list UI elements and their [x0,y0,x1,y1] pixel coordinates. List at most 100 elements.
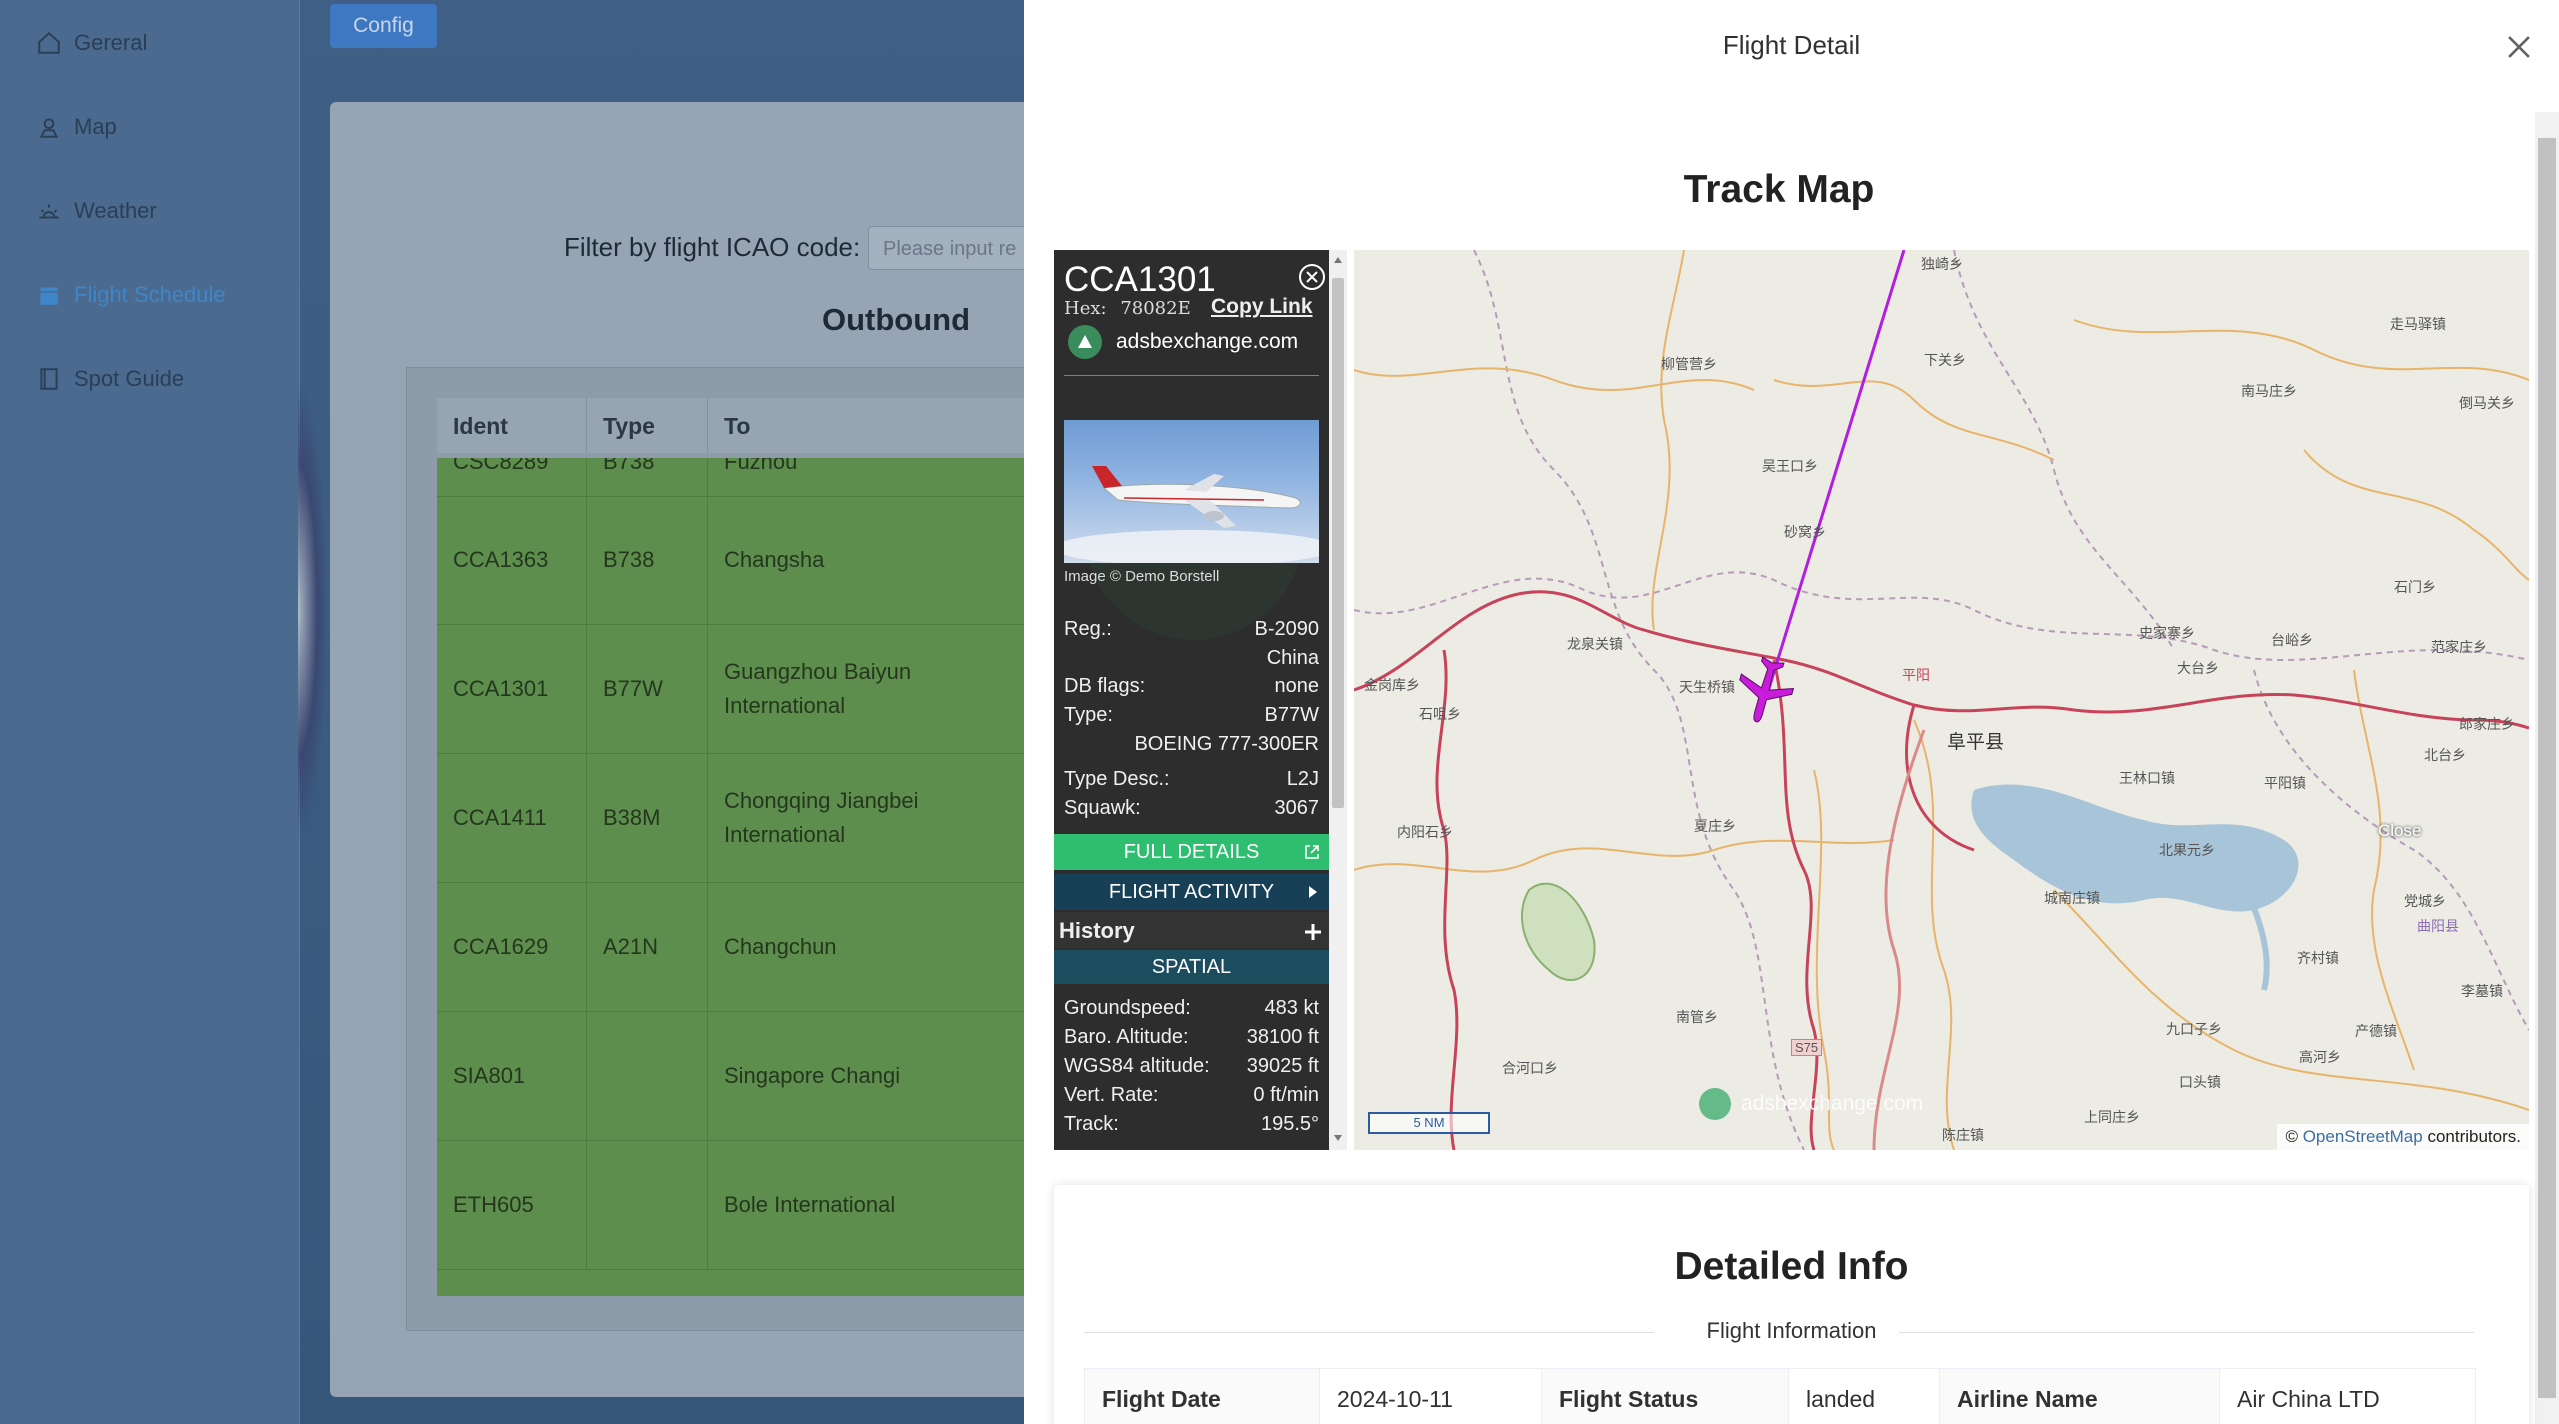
copy-link[interactable]: Copy Link [1211,295,1313,319]
sidebar-item-weather[interactable]: Weather [36,191,157,231]
hex-label: Hex: [1064,298,1107,319]
panel-scroll-thumb[interactable] [1332,278,1344,808]
aircraft-photo[interactable] [1064,420,1319,563]
map-label: 平阳镇 [2264,775,2306,791]
sunrise-icon [39,204,59,219]
track-map[interactable]: 独崎乡 下关乡 走马驿镇 南马庄乡 柳管营乡 倒马关乡 吴王口乡 砂窝乡 石门乡… [1354,250,2529,1150]
brand-label: adsbexchange.com [1116,330,1299,353]
airline-name-label: Airline Name [1940,1369,2220,1424]
map-label: 石咀乡 [1419,706,1461,722]
photo-caption: Image © Demo Borstell [1064,568,1220,585]
airplane-photo-icon [1064,466,1319,563]
map-close-button[interactable]: Close [2378,821,2421,841]
close-icon[interactable] [2502,30,2536,64]
drawer-title: Flight Detail [1722,30,1861,60]
baro-label: Baro. Altitude: [1064,1026,1189,1048]
table-row[interactable]: ETH605 Bole International [437,1141,1037,1270]
filter-input[interactable]: Please input re [868,226,1048,270]
map-label: 郎家庄乡 [2459,716,2515,732]
track-value: 195.5° [1260,1113,1319,1135]
map-label: 平阳 [1902,667,1930,683]
column-header-type[interactable]: Type [587,398,708,453]
typedesc-value: L2J [1286,768,1319,790]
table-row[interactable]: SIA801 Singapore Changi [437,1012,1037,1141]
type-label: Type: [1064,704,1113,726]
squawk-row: Squawk: 3067 [1064,797,1319,821]
table-row[interactable]: CCA1363 B738 Changsha [437,496,1037,625]
outbound-table: Ident Type To CSC8289 B738 Fuzhou CCA136… [406,367,1048,1331]
panel-close-icon[interactable] [1297,262,1327,292]
full-details-button[interactable]: FULL DETAILS [1054,834,1329,870]
sidebar-item-general[interactable]: Gereral [36,23,147,63]
table-row[interactable]: CSC8289 B738 Fuzhou [437,458,1037,497]
aircraft-icon[interactable] [1734,655,1796,725]
scale-bar: 5 NM [1368,1112,1490,1134]
dbflags-row: DB flags: none [1064,675,1319,699]
hex-value: 78082E [1120,298,1191,319]
drawer-scroll-thumb[interactable] [2538,138,2556,1398]
map-label: 内阳石乡 [1397,824,1453,840]
history-label: History [1059,918,1135,943]
external-link-icon [1305,845,1319,859]
cell-to: Fuzhou [724,458,798,474]
caret-right-icon [1309,886,1317,898]
flight-status-value: landed [1789,1369,1940,1424]
map-label: 齐村镇 [2297,950,2339,966]
cell-to: Bole International [724,1192,896,1217]
table-row[interactable]: CCA1629 A21N Changchun [437,883,1037,1012]
scroll-up-icon[interactable] [1333,256,1343,264]
map-label: 吴王口乡 [1762,458,1818,474]
sidebar-item-spot-guide[interactable]: Spot Guide [36,359,184,399]
column-header-ident[interactable]: Ident [437,398,587,453]
flight-activity-button[interactable]: FLIGHT ACTIVITY [1054,874,1329,910]
column-header-to[interactable]: To [708,398,1037,453]
table-row[interactable]: CCA1411 B38M Chongqing Jiangbei Internat… [437,754,1037,883]
hex-row: Hex: 78082E [1064,298,1191,319]
callsign: CCA1301 [1064,260,1216,299]
type-full-row: BOEING 777-300ER [1064,733,1319,757]
adsb-brand[interactable]: adsbexchange.com [1068,325,1298,359]
plus-icon [1305,924,1321,940]
spatial-button[interactable]: SPATIAL [1054,950,1329,984]
background-image [298,380,328,840]
cell-ident: CCA1411 [437,754,587,882]
cell-type: B38M [587,754,708,882]
scroll-down-icon[interactable] [1333,1134,1343,1142]
groundspeed-label: Groundspeed: [1064,997,1191,1019]
map-label: 下关乡 [1924,352,1966,368]
map-label: 城南庄镇 [2044,890,2100,906]
map-label: 砂窝乡 [1784,524,1826,540]
map-label: 九口子乡 [2166,1021,2222,1037]
wgs-label: WGS84 altitude: [1064,1055,1210,1077]
calendar-icon [40,287,58,305]
config-button[interactable]: Config [330,4,437,48]
reg-value[interactable]: B-2090 [1255,618,1320,641]
map-label: 石门乡 [2394,579,2436,595]
type-row: Type: B77W [1064,704,1319,728]
cell-ident: CCA1629 [437,883,587,1011]
aircraft-info-panel: CCA1301 Hex: 78082E Copy Link adsbexchan… [1054,250,1329,1150]
openstreetmap-link[interactable]: OpenStreetMap [2303,1127,2423,1146]
table-row[interactable]: CCA1301 B77W Guangzhou Baiyun Internatio… [437,625,1037,754]
outbound-title: Outbound [822,302,971,337]
map-label: 大台乡 [2177,660,2219,676]
map-label: 夏庄乡 [1694,818,1736,834]
map-base [1354,250,2529,1150]
sidebar-item-map[interactable]: Map [36,107,117,147]
book-icon [40,368,58,390]
history-toggle[interactable]: History [1054,912,1329,948]
map-label: 龙泉关镇 [1567,636,1623,652]
baro-value: 38100 ft [1246,1026,1319,1048]
cell-ident: SIA801 [437,1012,587,1140]
divider [1064,375,1319,376]
cell-to: Changsha [724,547,825,572]
vert-rate-label: Vert. Rate: [1064,1084,1159,1106]
cell-ident: CCA1363 [437,496,587,624]
sidebar: Gereral Map Weather Flight Schedule Spot… [0,0,300,1424]
map-label: 柳管营乡 [1661,356,1717,372]
sidebar-item-flight-schedule[interactable]: Flight Schedule [36,275,226,315]
map-attribution: © OpenStreetMap contributors. [2277,1124,2529,1150]
map-label: 党城乡 [2404,893,2446,909]
panel-scrollbar[interactable] [1329,250,1347,1150]
road-shield: S75 [1791,1039,1823,1056]
